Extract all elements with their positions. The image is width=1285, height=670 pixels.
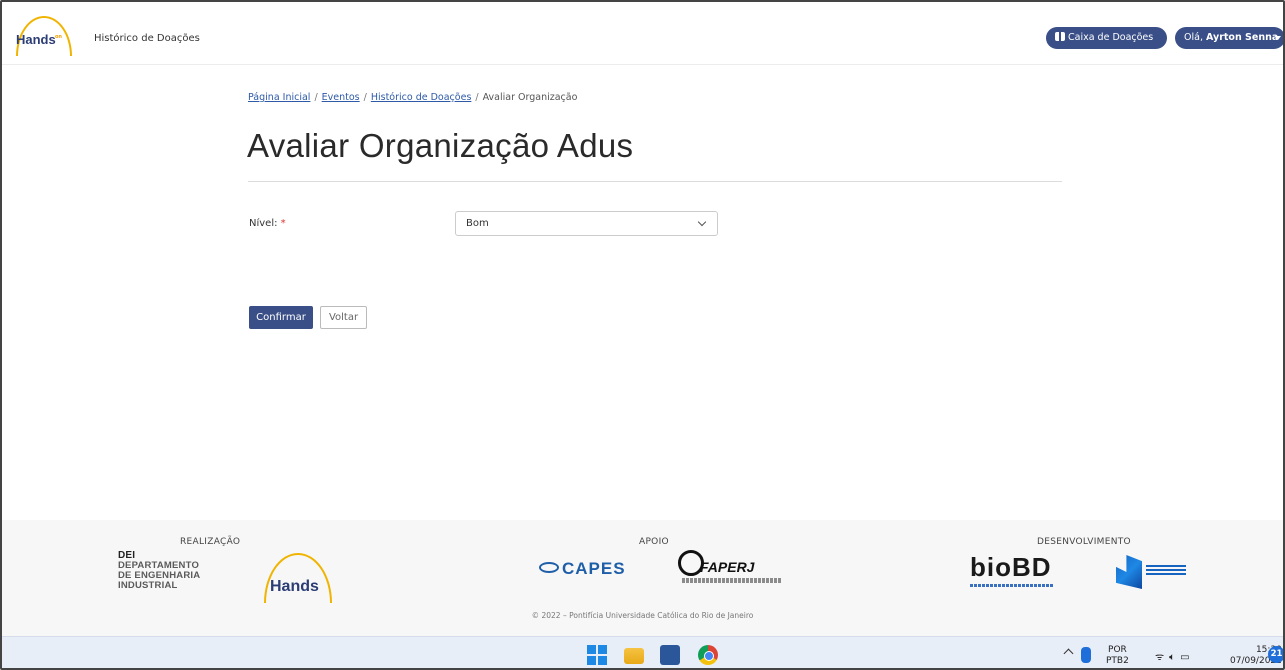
footer-heading-realizacao: REALIZAÇÃO bbox=[180, 537, 241, 547]
tray-chevron-up-icon[interactable] bbox=[1063, 648, 1074, 659]
capes-eye-icon bbox=[539, 562, 559, 573]
back-button[interactable]: Voltar bbox=[320, 306, 367, 329]
chrome-browser-icon[interactable] bbox=[698, 645, 718, 665]
system-tray-icons[interactable]: ᯤ🔈︎▭ bbox=[1155, 649, 1195, 663]
required-mark: * bbox=[280, 218, 286, 229]
faperj-logo[interactable]: FAPERJ bbox=[678, 550, 788, 584]
nav-link-donation-history[interactable]: Histórico de Doações bbox=[94, 33, 200, 44]
level-label-text: Nível: bbox=[249, 218, 278, 229]
chevron-down-icon bbox=[697, 217, 707, 227]
top-navbar: Hands on Histórico de Doações Caixa de D… bbox=[2, 2, 1283, 65]
user-menu-button[interactable]: Olá, Ayrton Senna bbox=[1175, 27, 1283, 49]
breadcrumb-current: Avaliar Organização bbox=[482, 92, 578, 103]
hands-logo[interactable]: Hands on bbox=[14, 14, 76, 56]
notification-badge[interactable]: 21 bbox=[1268, 646, 1283, 663]
level-select-value: Bom bbox=[466, 218, 489, 229]
biobd-logo[interactable]: bioBD bbox=[970, 552, 1052, 583]
dei-line: INDUSTRIAL bbox=[118, 580, 178, 591]
breadcrumb-separator: / bbox=[363, 92, 367, 103]
hands-footer-logo[interactable]: Hands bbox=[264, 553, 334, 603]
windows-taskbar: POR PTB2 ᯤ🔈︎▭ 15:30 07/09/2022 21 bbox=[2, 636, 1283, 668]
logo-sup: on bbox=[55, 34, 62, 40]
battery-icon: ▭ bbox=[1180, 652, 1195, 663]
faperj-text: FAPERJ bbox=[700, 559, 755, 575]
language-code: POR bbox=[1108, 645, 1127, 655]
bluetooth-icon[interactable] bbox=[1081, 647, 1091, 663]
footer-heading-apoio: APOIO bbox=[639, 537, 669, 547]
confirm-button[interactable]: Confirmar bbox=[249, 306, 313, 329]
level-label: Nível: * bbox=[249, 218, 286, 229]
volume-icon: 🔈︎ bbox=[1169, 652, 1181, 663]
logo-text: Hands bbox=[16, 32, 56, 47]
file-explorer-icon[interactable] bbox=[624, 648, 644, 664]
gift-icon bbox=[1055, 32, 1065, 41]
breadcrumb-events[interactable]: Eventos bbox=[322, 92, 360, 103]
browser-viewport: Hands on Histórico de Doações Caixa de D… bbox=[0, 0, 1285, 670]
faperj-subtitle-graphic bbox=[682, 578, 782, 583]
language-indicator[interactable]: POR PTB2 bbox=[1106, 645, 1129, 667]
breadcrumb-separator: / bbox=[475, 92, 479, 103]
page-title: Avaliar Organização Adus bbox=[247, 127, 634, 164]
dei-logo[interactable]: DEI DEPARTAMENTO DE ENGENHARIA INDUSTRIA… bbox=[118, 551, 200, 591]
user-name: Ayrton Senna bbox=[1206, 32, 1279, 43]
keyboard-layout: PTB2 bbox=[1106, 656, 1129, 666]
copyright-text: © 2022 – Pontifícia Universidade Católic… bbox=[531, 611, 754, 620]
wifi-icon: ᯤ bbox=[1155, 652, 1170, 663]
hands-footer-text: Hands bbox=[270, 578, 319, 595]
title-divider bbox=[248, 181, 1062, 182]
greeting-prefix: Olá, bbox=[1184, 32, 1203, 43]
biobd-subtitle-graphic bbox=[970, 584, 1054, 587]
windows-start-icon[interactable] bbox=[587, 645, 607, 665]
level-select[interactable]: Bom bbox=[455, 211, 718, 236]
di-cube-icon bbox=[1116, 555, 1142, 589]
breadcrumb-donation-history[interactable]: Histórico de Doações bbox=[371, 92, 472, 103]
donation-box-button[interactable]: Caixa de Doações bbox=[1046, 27, 1167, 49]
caret-down-icon bbox=[1275, 36, 1281, 40]
capes-logo[interactable]: CAPES bbox=[539, 559, 626, 579]
breadcrumb-separator: / bbox=[314, 92, 318, 103]
footer-heading-desenvolvimento: DESENVOLVIMENTO bbox=[1037, 537, 1131, 547]
breadcrumb: Página Inicial / Eventos / Histórico de Doaç… bbox=[248, 92, 577, 103]
donation-box-label: Caixa de Doações bbox=[1068, 32, 1154, 43]
departamento-informatica-logo[interactable] bbox=[1116, 555, 1226, 591]
word-app-icon[interactable] bbox=[660, 645, 680, 665]
capes-text: CAPES bbox=[562, 559, 626, 578]
breadcrumb-home[interactable]: Página Inicial bbox=[248, 92, 310, 103]
di-text-graphic bbox=[1146, 565, 1186, 575]
